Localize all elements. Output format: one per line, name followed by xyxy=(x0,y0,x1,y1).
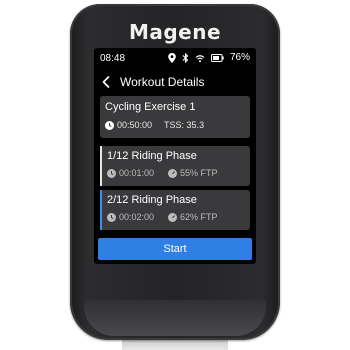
phase-intensity: 62% FTP xyxy=(180,212,218,222)
gauge-icon xyxy=(168,168,178,178)
device-screen: 08:48 76% Workout Details Cycling Exerci… xyxy=(94,48,256,264)
workout-meta: 00:50:00 TSS: 35.3 xyxy=(105,120,204,130)
page-header: Workout Details xyxy=(94,72,256,94)
bluetooth-icon xyxy=(182,52,189,64)
phase-accent-bar xyxy=(100,146,102,186)
brand-logo: Magene xyxy=(128,20,222,44)
phase-intensity: 55% FTP xyxy=(180,168,218,178)
status-bar: 08:48 76% xyxy=(94,48,256,68)
phase-meta: 00:02:00 62% FTP xyxy=(107,212,218,222)
clock-icon xyxy=(105,120,114,130)
battery-icon xyxy=(210,54,224,62)
phase-title: 1/12 Riding Phase xyxy=(107,150,197,162)
phase-card[interactable]: 1/12 Riding Phase 00:01:00 55% FTP xyxy=(100,146,250,186)
workout-summary-card[interactable]: Cycling Exercise 1 00:50:00 TSS: 35.3 xyxy=(100,96,250,138)
workout-title: Cycling Exercise 1 xyxy=(105,101,196,113)
workout-duration: 00:50:00 xyxy=(117,120,153,130)
start-button[interactable]: Start xyxy=(98,238,252,260)
page-title: Workout Details xyxy=(120,75,205,89)
gauge-icon xyxy=(168,212,178,222)
location-icon xyxy=(168,53,176,63)
phase-title: 2/12 Riding Phase xyxy=(107,194,197,206)
stage: Magene 08:48 76% Workout Details Cycling… xyxy=(0,0,350,350)
battery-level: 76% xyxy=(229,52,250,63)
phase-card[interactable]: 2/12 Riding Phase 00:02:00 62% FTP xyxy=(100,190,250,230)
status-time: 08:48 xyxy=(100,53,126,64)
wifi-icon xyxy=(195,54,205,63)
clock-icon xyxy=(107,168,116,178)
status-icons: 76% xyxy=(168,52,250,64)
phase-duration: 00:01:00 xyxy=(119,168,155,178)
chevron-left-icon[interactable] xyxy=(102,76,110,88)
device-bottom-bezel xyxy=(84,300,266,336)
clock-icon xyxy=(107,212,116,222)
phase-duration: 00:02:00 xyxy=(119,212,155,222)
phase-accent-bar xyxy=(100,190,102,230)
workout-tss: TSS: 35.3 xyxy=(164,120,205,130)
phase-meta: 00:01:00 55% FTP xyxy=(107,168,218,178)
